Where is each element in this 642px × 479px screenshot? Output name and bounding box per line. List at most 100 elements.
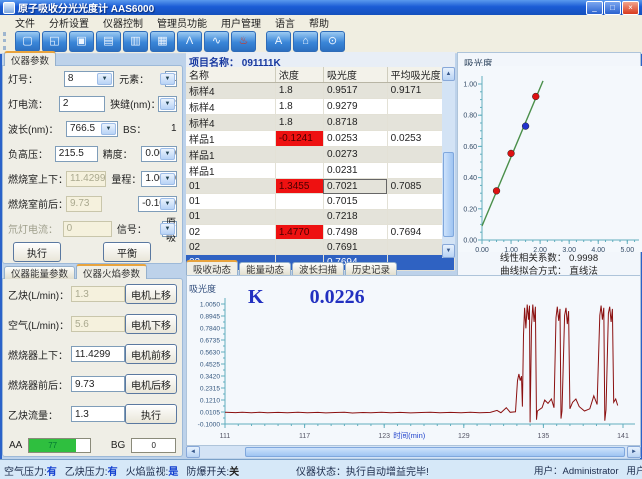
result-row[interactable]: 标样41.80.8718 (186, 115, 455, 131)
calibration-panel: 吸光度 0.000.200.400.600.801.000.001.002.00… (457, 52, 641, 276)
field-label: 信号： (117, 221, 162, 236)
burner-icon[interactable]: ⌂ (293, 31, 318, 52)
dynamic-panel: 吸收动态能量动态波长扫描历史记录 吸光度 K 0.0226 1.00500.89… (186, 262, 641, 458)
result-row[interactable]: 标样41.80.9279 (186, 99, 455, 115)
table-scroll-thumb[interactable] (443, 152, 454, 237)
burner-frontback-field-input[interactable]: 9.73 (71, 376, 125, 392)
title-bar: 原子吸收分光光度计 AAS6000 _□× (0, 0, 642, 15)
peak-profile-icon[interactable]: Λ (177, 31, 202, 52)
range-select[interactable]: 1.0050▼ (141, 171, 177, 187)
balance-button[interactable]: 平衡 (103, 242, 151, 262)
menu-item[interactable]: 管理员功能 (150, 15, 214, 30)
offset-select[interactable]: -0.1000▼ (138, 196, 177, 212)
tab-energy-params[interactable]: 仪器能量参数 (4, 266, 75, 279)
motor-up-button[interactable]: 电机上移 (125, 284, 177, 304)
status-value: 有 (47, 467, 57, 478)
table-scrollbar[interactable]: ▲ ▼ (442, 67, 455, 258)
sample-compartment-icon[interactable]: ▥ (123, 31, 148, 52)
execute-button[interactable]: 执行 (13, 242, 61, 262)
minimize-button[interactable]: _ (586, 1, 603, 15)
absorbance-cell: 0.7015 (323, 194, 387, 209)
flame-execute-button[interactable]: 执行 (125, 404, 177, 424)
power-icon[interactable]: ⊙ (320, 31, 345, 52)
maximize-button[interactable]: □ (604, 1, 621, 15)
status-value: 是 (168, 467, 178, 478)
menu-item[interactable]: 分析设置 (42, 15, 96, 30)
menu-item[interactable]: 帮助 (302, 15, 336, 30)
tab-instrument-params[interactable]: 仪器参数 (4, 51, 56, 66)
lamp-current-input[interactable]: 2 (59, 96, 105, 112)
precision-select[interactable]: 0.0000▼ (141, 146, 177, 162)
new-file-icon[interactable]: ▢ (15, 31, 40, 52)
tab-energy-dynamic[interactable]: 能量动态 (239, 262, 291, 275)
concentration-cell: 1.8 (275, 115, 323, 131)
menu-bar: 文件分析设置仪器控制管理员功能用户管理语言帮助 (0, 15, 642, 30)
air-flow-display-input: 5.6 (71, 316, 125, 332)
wavelength-select[interactable]: 766.5▼ (66, 121, 118, 137)
svg-text:0.4525: 0.4525 (200, 361, 221, 368)
wavelength-scan-icon[interactable]: ∿ (204, 31, 229, 52)
lamp-number-select[interactable]: 8▼ (64, 71, 114, 87)
close-button[interactable]: × (622, 1, 639, 15)
concentration-cell: -0.1241 (275, 131, 323, 147)
field-label: 元素： (119, 71, 165, 86)
menu-item[interactable]: 用户管理 (214, 15, 268, 30)
motor-back-button[interactable]: 电机后移 (125, 374, 177, 394)
result-row[interactable]: 010.7218 (186, 209, 455, 224)
scroll-down-icon[interactable]: ▼ (442, 244, 455, 258)
field-label: 燃烧器上下： (8, 347, 71, 362)
menu-item[interactable]: 语言 (268, 15, 302, 30)
result-row[interactable]: 011.34550.70210.7085 (186, 179, 455, 194)
result-row[interactable]: 021.47700.74980.7694 (186, 224, 455, 239)
chevron-down-icon: ▼ (97, 73, 112, 85)
element-select[interactable]: K▼ (165, 71, 177, 87)
absorbance-cell: 0.7498 (323, 224, 387, 239)
result-row[interactable]: 样品1-0.12410.02530.0253 (186, 131, 455, 147)
motor-forward-button[interactable]: 电机前移 (125, 344, 177, 364)
scroll-left-icon[interactable]: ◄ (186, 446, 200, 458)
result-row[interactable]: 010.7015 (186, 194, 455, 209)
d2-lamp-current-input: 0 (63, 221, 112, 237)
results-table: 名称浓度吸光度平均吸光度标样41.80.95170.9171标样41.80.92… (186, 67, 455, 271)
sample-name-cell: 02 (186, 224, 275, 239)
aa-energy-fill: 77 (29, 439, 76, 452)
tab-flame-params[interactable]: 仪器火焰参数 (76, 264, 147, 279)
user-value: Administrator (563, 466, 619, 477)
svg-text:0.6735: 0.6735 (200, 337, 221, 344)
sample-name-cell: 标样4 (186, 83, 275, 99)
tab-wavelength-scan[interactable]: 波长扫描 (292, 262, 344, 275)
concentration-cell: 1.8 (275, 99, 323, 115)
result-row[interactable]: 样品10.0231 (186, 163, 455, 179)
motor-down-button[interactable]: 电机下移 (125, 314, 177, 334)
menu-item[interactable]: 仪器控制 (96, 15, 150, 30)
tab-absorb-dynamic[interactable]: 吸收动态 (186, 260, 238, 275)
svg-text:时间(min): 时间(min) (393, 430, 426, 440)
open-folder-icon[interactable]: ◱ (42, 31, 67, 52)
burner-compartment-icon[interactable]: ▦ (150, 31, 175, 52)
result-row[interactable]: 020.7691 (186, 240, 455, 255)
save-icon[interactable]: ▣ (69, 31, 94, 52)
scroll-right-icon[interactable]: ► (627, 446, 641, 458)
time-scroll-thumb[interactable] (245, 447, 625, 457)
absorbance-cell: 0.8718 (323, 115, 387, 131)
scroll-up-icon[interactable]: ▲ (442, 67, 455, 81)
burner-updown-field-input[interactable]: 11.4299 (71, 346, 125, 362)
slit-select[interactable]: 0.2▼ (158, 96, 177, 112)
tab-history[interactable]: 历史记录 (345, 262, 397, 275)
result-row[interactable]: 标样41.80.95170.9171 (186, 83, 455, 99)
field-label: 波长(nm)： (8, 121, 66, 136)
negative-high-voltage-input[interactable]: 215.5 (55, 146, 98, 162)
status-value: 有 (108, 467, 118, 478)
lamp-compartment-icon[interactable]: ▤ (96, 31, 121, 52)
acetylene-flow-field-input[interactable]: 1.3 (71, 406, 125, 422)
svg-text:-0.1000: -0.1000 (198, 421, 221, 428)
flame-icon[interactable]: ♨ (231, 31, 256, 52)
menu-item[interactable]: 文件 (8, 15, 42, 30)
signal-select[interactable]: 原吸▼ (162, 221, 177, 237)
svg-text:0.0105: 0.0105 (200, 409, 221, 416)
auto-zero-icon[interactable]: A (266, 31, 291, 52)
result-row[interactable]: 样品10.0273 (186, 147, 455, 163)
user-label: 用户： (534, 466, 563, 477)
time-scrollbar[interactable]: ◄ ► (186, 446, 641, 458)
field-label: 负高压： (8, 146, 55, 161)
